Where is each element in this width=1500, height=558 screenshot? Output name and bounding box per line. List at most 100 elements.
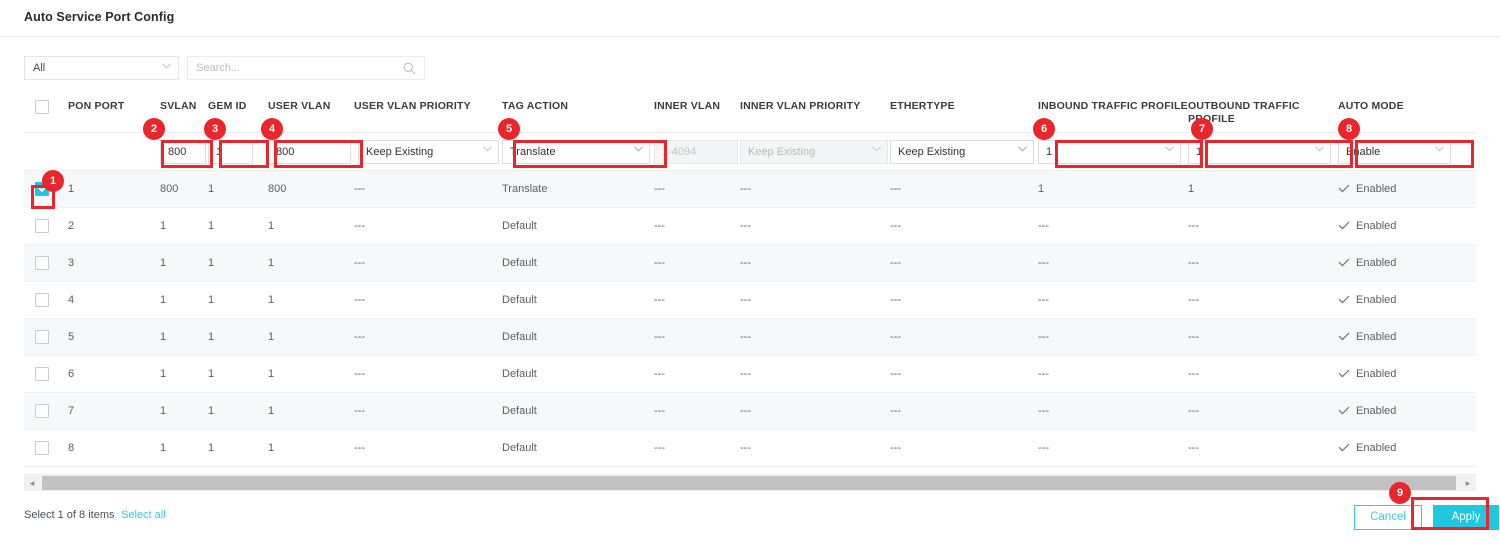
row-select-cell[interactable] <box>24 319 68 356</box>
table-row[interactable]: 7 1 1 1 --- Default --- --- --- --- --- <box>24 393 1476 430</box>
auto-mode-label: Enabled <box>1356 257 1396 269</box>
editor-gem-id-input[interactable]: 1 <box>208 140 253 164</box>
row-select-cell[interactable] <box>24 430 68 467</box>
col-header-gem-id[interactable]: GEM ID <box>208 92 268 133</box>
cell-gem-id: 1 <box>208 282 268 319</box>
row-checkbox[interactable] <box>35 404 49 418</box>
row-checkbox[interactable] <box>35 367 49 381</box>
search-box[interactable] <box>187 56 425 80</box>
cell-inbound: --- <box>1038 208 1188 245</box>
table-row[interactable]: 2 1 1 1 --- Default --- --- --- --- --- <box>24 208 1476 245</box>
filter-select[interactable]: All <box>24 56 179 80</box>
panel-footer: Select 1 of 8 items Select all Cancel Ap… <box>0 495 1500 558</box>
col-header-user-vlan[interactable]: USER VLAN <box>268 92 354 133</box>
editor-tag-action-select[interactable]: Translate <box>502 140 650 164</box>
table-row[interactable]: 8 1 1 1 --- Default --- --- --- --- --- <box>24 430 1476 467</box>
col-header-inner-vlan-priority[interactable]: INNER VLAN PRIORITY <box>740 92 890 133</box>
col-header-ethertype[interactable]: ETHERTYPE <box>890 92 1038 133</box>
cell-tag-action: Default <box>502 208 654 245</box>
col-header-auto-mode[interactable]: AUTO MODE <box>1338 92 1476 133</box>
editor-ethertype-select[interactable]: Keep Existing <box>890 140 1034 164</box>
row-checkbox[interactable] <box>35 293 49 307</box>
search-input[interactable] <box>188 57 398 79</box>
table-row[interactable]: 6 1 1 1 --- Default --- --- --- --- --- <box>24 356 1476 393</box>
cell-user-vlan-priority: --- <box>354 319 502 356</box>
apply-button[interactable]: Apply <box>1433 505 1499 530</box>
col-header-tag-action[interactable]: TAG ACTION <box>502 92 654 133</box>
editor-user-vlan-priority-select[interactable]: Keep Existing <box>358 140 499 164</box>
cell-inner-vlan: --- <box>654 393 740 430</box>
editor-ethertype-value: Keep Existing <box>898 146 965 158</box>
editor-auto-mode-value: Enable <box>1346 146 1380 158</box>
scrollbar-thumb[interactable] <box>42 476 1456 490</box>
auto-service-port-config-panel: Auto Service Port Config All ForoISP <box>0 0 1500 558</box>
editor-outbound-profile-select[interactable]: 1 <box>1188 140 1331 164</box>
check-icon <box>1338 442 1350 454</box>
col-header-inbound-traffic-profile[interactable]: INBOUND TRAFFIC PROFILE <box>1038 92 1188 133</box>
col-header-inner-vlan[interactable]: INNER VLAN <box>654 92 740 133</box>
cell-inbound: --- <box>1038 245 1188 282</box>
check-icon <box>1338 368 1350 380</box>
editor-user-vlan-input[interactable]: 800 <box>268 140 351 164</box>
row-checkbox[interactable] <box>35 441 49 455</box>
cell-tag-action: Default <box>502 356 654 393</box>
cell-inner-vlan: --- <box>654 319 740 356</box>
cell-pon-port: 3 <box>68 245 160 282</box>
service-port-table: PON PORT SVLAN GEM ID USER VLAN USER VLA… <box>24 92 1476 467</box>
row-select-cell[interactable] <box>24 208 68 245</box>
cell-user-vlan: 1 <box>268 319 354 356</box>
select-all-link[interactable]: Select all <box>121 509 166 521</box>
cell-auto-mode: Enabled <box>1338 430 1476 467</box>
table-row[interactable]: 3 1 1 1 --- Default --- --- --- --- --- <box>24 245 1476 282</box>
row-select-cell[interactable] <box>24 245 68 282</box>
cell-inner-vlan: --- <box>654 356 740 393</box>
cell-tag-action: Default <box>502 393 654 430</box>
row-checkbox[interactable] <box>35 330 49 344</box>
editor-inner-vlan-priority-select: Keep Existing <box>740 140 888 164</box>
col-header-outbound-traffic-profile[interactable]: OUTBOUND TRAFFIC PROFILE <box>1188 92 1338 133</box>
row-checkbox[interactable] <box>35 256 49 270</box>
cell-ethertype: --- <box>890 208 1038 245</box>
row-select-cell[interactable] <box>24 393 68 430</box>
editor-user-vlan-priority-value: Keep Existing <box>366 146 433 158</box>
cell-inner-vlan: --- <box>654 245 740 282</box>
col-header-svlan[interactable]: SVLAN <box>160 92 208 133</box>
table-row[interactable]: 4 1 1 1 --- Default --- --- --- --- --- <box>24 282 1476 319</box>
row-select-cell[interactable] <box>24 171 68 208</box>
table-head: PON PORT SVLAN GEM ID USER VLAN USER VLA… <box>24 92 1476 133</box>
editor-inner-vlan-input: 1-4094 <box>654 140 738 164</box>
cell-tag-action: Default <box>502 319 654 356</box>
col-header-pon-port[interactable]: PON PORT <box>68 92 160 133</box>
header-select-all-checkbox[interactable] <box>35 100 49 114</box>
check-icon <box>1338 331 1350 343</box>
editor-auto-mode-select[interactable]: Enable <box>1338 140 1451 164</box>
row-select-cell[interactable] <box>24 356 68 393</box>
cell-svlan: 1 <box>160 245 208 282</box>
cell-outbound: 1 <box>1188 171 1338 208</box>
row-checkbox[interactable] <box>35 219 49 233</box>
cell-svlan: 1 <box>160 393 208 430</box>
table-header-row: PON PORT SVLAN GEM ID USER VLAN USER VLA… <box>24 92 1476 133</box>
table-row[interactable]: 1 800 1 800 --- Translate --- --- --- 1 … <box>24 171 1476 208</box>
cell-svlan: 1 <box>160 282 208 319</box>
editor-inner-vlan-priority-value: Keep Existing <box>748 146 815 158</box>
col-header-user-vlan-priority[interactable]: USER VLAN PRIORITY <box>354 92 502 133</box>
editor-inbound-profile-select[interactable]: 1 <box>1038 140 1181 164</box>
cell-inner-vlan-priority: --- <box>740 356 890 393</box>
cell-auto-mode: Enabled <box>1338 171 1476 208</box>
table-row[interactable]: 5 1 1 1 --- Default --- --- --- --- --- <box>24 319 1476 356</box>
cell-gem-id: 1 <box>208 208 268 245</box>
cell-auto-mode: Enabled <box>1338 356 1476 393</box>
cancel-button[interactable]: Cancel <box>1354 505 1422 530</box>
selection-count-label: Select 1 of 8 items <box>24 509 115 521</box>
cell-ethertype: --- <box>890 171 1038 208</box>
editor-cell-user-vlan-group: 800 Keep Existing <box>268 133 502 171</box>
horizontal-scrollbar[interactable]: ◂ ▸ <box>24 474 1476 491</box>
editor-outbound-profile-value: 1 <box>1196 146 1202 158</box>
cell-tag-action: Default <box>502 282 654 319</box>
row-checkbox[interactable] <box>35 182 49 196</box>
row-select-cell[interactable] <box>24 282 68 319</box>
chevron-right-icon[interactable]: ▸ <box>1460 475 1476 491</box>
editor-svlan-input[interactable]: 800 <box>160 140 206 164</box>
chevron-left-icon[interactable]: ◂ <box>24 475 40 491</box>
